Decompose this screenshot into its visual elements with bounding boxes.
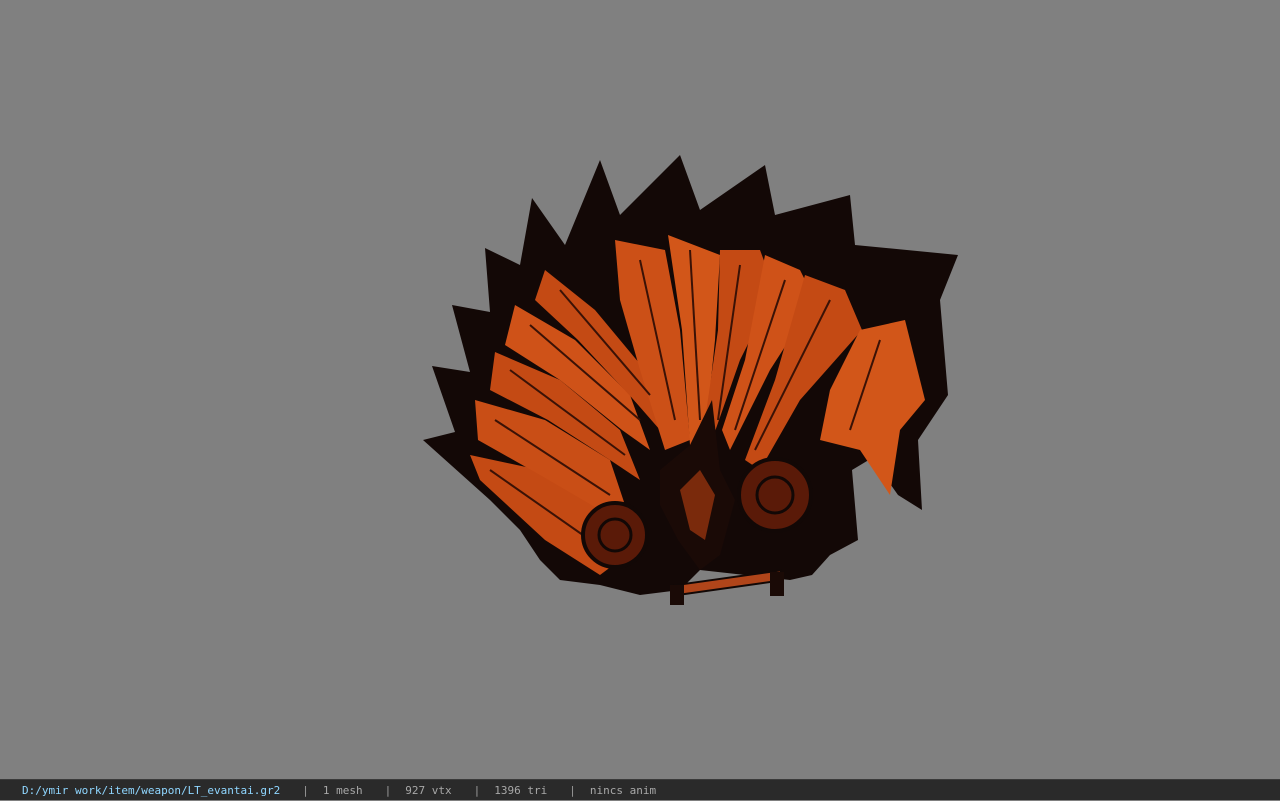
separator: | <box>384 783 392 797</box>
separator: | <box>569 783 576 797</box>
status-bar: D:/ymir work/item/weapon/LT_evantai.gr2 … <box>0 779 1280 800</box>
triangle-count: 1396 tri <box>494 783 548 797</box>
animation-status: nincs anim <box>589 783 657 797</box>
vertex-count: 927 vtx <box>405 783 452 797</box>
separator: | <box>302 783 309 797</box>
separator: | <box>473 783 481 797</box>
file-path: D:/ymir work/item/weapon/LT_evantai.gr2 <box>22 783 281 797</box>
3d-viewport[interactable] <box>0 0 1280 779</box>
fan-weapon-model-icon[interactable] <box>0 0 1280 779</box>
mesh-count: 1 mesh <box>322 783 363 797</box>
